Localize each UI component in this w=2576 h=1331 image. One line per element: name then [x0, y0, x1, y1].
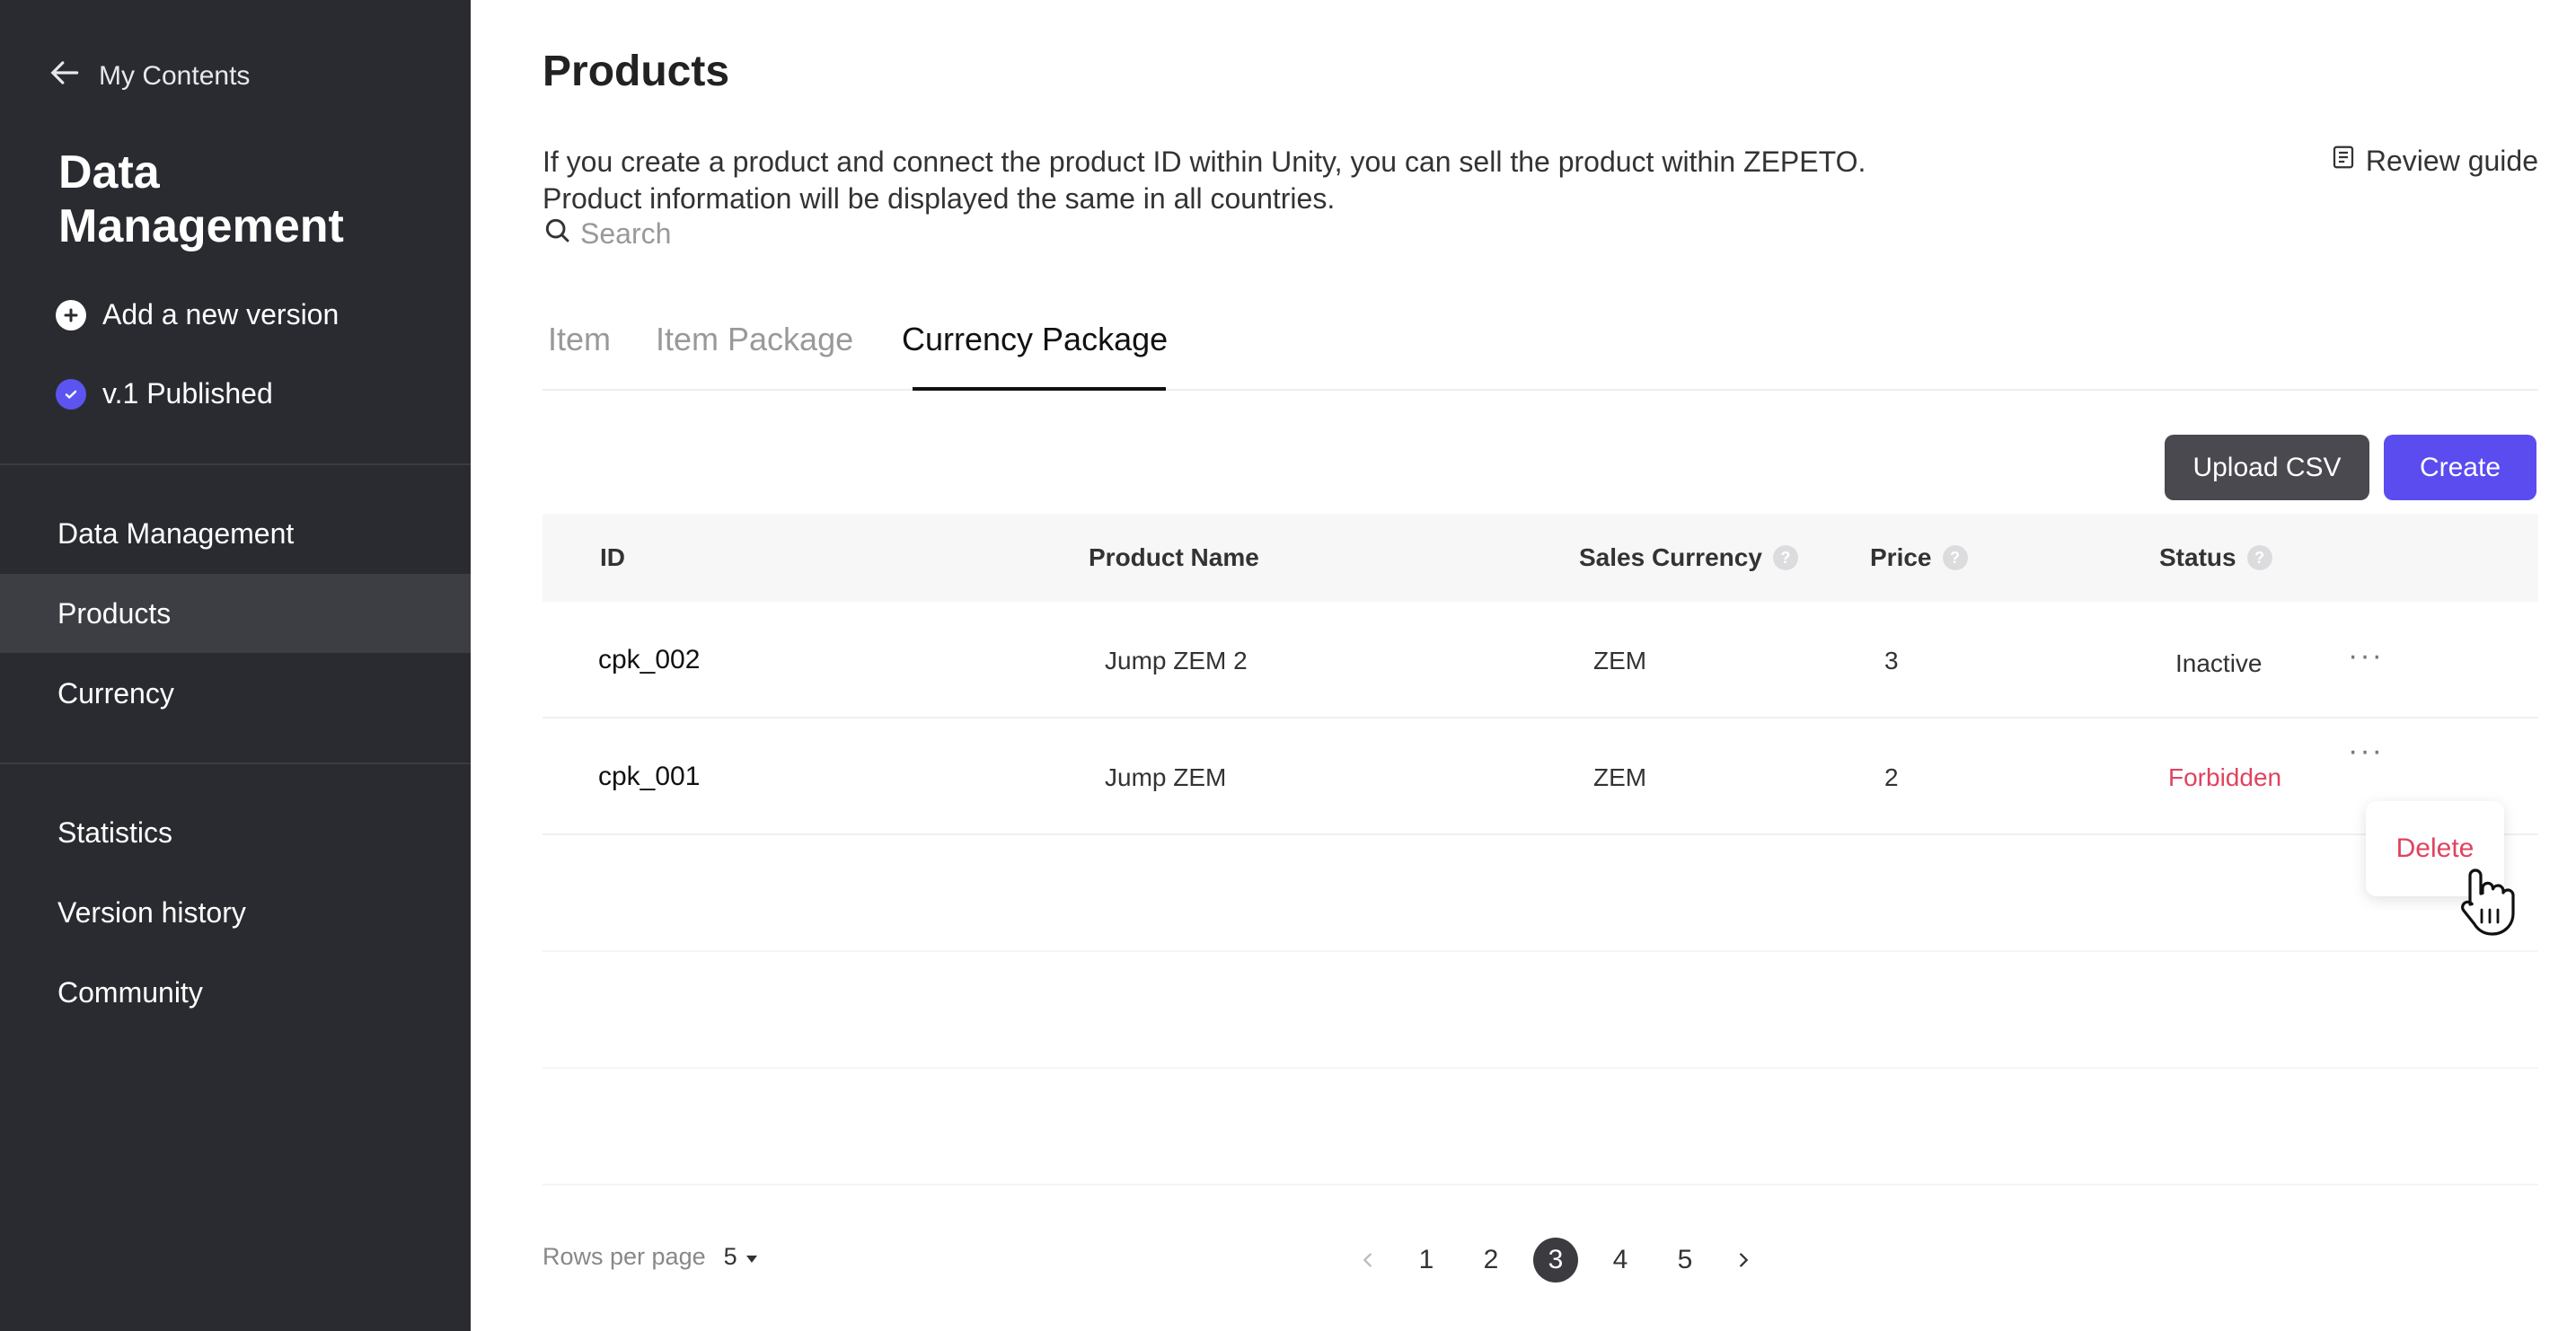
- question-icon[interactable]: ?: [1772, 545, 1798, 570]
- page-button[interactable]: 2: [1459, 1238, 1523, 1283]
- search-icon: [543, 216, 571, 251]
- empty-table-row: [543, 952, 2538, 1069]
- page-button-current[interactable]: 3: [1523, 1238, 1588, 1283]
- description-line: If you create a product and connect the …: [543, 145, 1866, 178]
- search-bar: [543, 216, 992, 251]
- rows-per-page-select[interactable]: 5: [724, 1243, 759, 1271]
- version-published-item[interactable]: v.1 Published: [56, 377, 273, 410]
- column-header-label: Status: [2159, 543, 2236, 571]
- rows-per-page: Rows per page 5: [543, 1243, 759, 1271]
- product-tabs: Item Item Package Currency Package: [543, 310, 2538, 391]
- hand-pointer-icon: [2457, 867, 2519, 937]
- create-button[interactable]: Create: [2384, 435, 2536, 500]
- add-version-label: Add a new version: [102, 298, 340, 331]
- review-guide-label: Review guide: [2365, 144, 2538, 177]
- page-button[interactable]: 5: [1653, 1238, 1717, 1283]
- sidebar-item-label: Version history: [57, 895, 246, 929]
- main-content: Products If you create a product and con…: [471, 0, 2576, 1331]
- sidebar-divider: [0, 762, 471, 764]
- cell-status: Forbidden: [2168, 763, 2282, 791]
- empty-table-row: [543, 1069, 2538, 1186]
- column-header-label: Price: [1870, 543, 1932, 571]
- page-title: Products: [543, 48, 730, 95]
- column-header-status: Status ?: [2159, 543, 2272, 572]
- description-line: Product information will be displayed th…: [543, 182, 1336, 215]
- sidebar-item-data-management[interactable]: Data Management: [0, 494, 471, 573]
- page-button[interactable]: 4: [1588, 1238, 1653, 1283]
- back-link-label: My Contents: [99, 61, 251, 91]
- sidebar-item-currency[interactable]: Currency: [0, 654, 471, 733]
- pagination: 1 2 3 4 5: [1342, 1238, 1769, 1283]
- version-published-label: v.1 Published: [102, 377, 273, 410]
- cell-product-name: Jump ZEM: [1105, 763, 1227, 791]
- more-horizontal-icon[interactable]: ···: [2348, 640, 2384, 671]
- cell-id: cpk_002: [598, 645, 701, 674]
- tab-item[interactable]: Item: [548, 321, 611, 358]
- table-header: ID Product Name Sales Currency ? Price ?…: [543, 514, 2538, 602]
- rows-per-page-value: 5: [723, 1243, 737, 1270]
- document-icon: [2330, 144, 2357, 178]
- cell-sales-currency: ZEM: [1593, 647, 1647, 674]
- page-description: If you create a product and connect the …: [543, 144, 1866, 217]
- arrow-left-icon: [49, 56, 83, 97]
- column-header-sales-currency: Sales Currency ?: [1579, 543, 1798, 572]
- page-button[interactable]: 1: [1394, 1238, 1459, 1283]
- cell-sales-currency: ZEM: [1593, 763, 1647, 791]
- products-table: ID Product Name Sales Currency ? Price ?…: [543, 514, 2538, 1186]
- chevron-left-icon[interactable]: [1342, 1238, 1394, 1283]
- cell-status: Inactive: [2175, 649, 2263, 677]
- column-header-price: Price ?: [1870, 543, 1968, 572]
- sidebar-item-label: Currency: [57, 676, 174, 710]
- empty-table-row: [543, 835, 2538, 952]
- delete-menu-item[interactable]: Delete: [2396, 833, 2475, 864]
- column-header-label: Product Name: [1089, 543, 1259, 571]
- question-icon[interactable]: ?: [2246, 545, 2272, 570]
- chevron-right-icon[interactable]: [1717, 1238, 1769, 1283]
- tab-item-package[interactable]: Item Package: [656, 321, 853, 358]
- review-guide-link[interactable]: Review guide: [2330, 144, 2538, 178]
- table-row[interactable]: cpk_001 Jump ZEM ZEM 2 Forbidden ···: [543, 718, 2538, 835]
- page-number: 3: [1533, 1238, 1578, 1283]
- check-circle-icon: [56, 378, 86, 410]
- table-row[interactable]: cpk_002 Jump ZEM 2 ZEM 3 Inactive ···: [543, 602, 2538, 718]
- search-input[interactable]: [580, 216, 940, 251]
- cell-product-name: Jump ZEM 2: [1105, 647, 1248, 674]
- cell-price: 2: [1884, 763, 1899, 791]
- page-number: 1: [1418, 1245, 1434, 1274]
- more-horizontal-icon[interactable]: ···: [2348, 736, 2384, 766]
- page-number: 2: [1483, 1245, 1499, 1274]
- column-header-id: ID: [600, 543, 625, 572]
- sidebar: My Contents Data Management Add a new ve…: [0, 0, 471, 1331]
- active-tab-indicator: [913, 387, 1166, 391]
- plus-circle-icon: [56, 299, 86, 331]
- rows-per-page-label: Rows per page: [543, 1243, 706, 1270]
- cell-id: cpk_001: [598, 762, 701, 791]
- add-version-button[interactable]: Add a new version: [56, 298, 339, 331]
- sidebar-item-label: Statistics: [57, 815, 173, 849]
- question-icon[interactable]: ?: [1942, 545, 1968, 570]
- sidebar-item-label: Community: [57, 975, 203, 1009]
- upload-csv-button[interactable]: Upload CSV: [2165, 435, 2369, 500]
- sidebar-title: Data Management: [58, 146, 344, 252]
- page-number: 4: [1612, 1245, 1628, 1274]
- sidebar-item-label: Products: [57, 596, 172, 630]
- sidebar-item-community[interactable]: Community: [0, 953, 471, 1032]
- back-to-my-contents-link[interactable]: My Contents: [49, 56, 250, 97]
- sidebar-item-statistics[interactable]: Statistics: [0, 793, 471, 872]
- column-header-label: Sales Currency: [1579, 543, 1762, 571]
- tab-currency-package[interactable]: Currency Package: [902, 321, 1168, 358]
- sidebar-divider: [0, 463, 471, 465]
- cell-price: 3: [1884, 647, 1899, 674]
- page-number: 5: [1677, 1245, 1693, 1274]
- sidebar-item-version-history[interactable]: Version history: [0, 873, 471, 952]
- column-header-product-name: Product Name: [1089, 543, 1259, 572]
- sidebar-item-label: Data Management: [57, 516, 295, 550]
- sidebar-item-products[interactable]: Products: [0, 574, 471, 653]
- column-header-label: ID: [600, 543, 625, 571]
- caret-down-icon: [745, 1243, 759, 1271]
